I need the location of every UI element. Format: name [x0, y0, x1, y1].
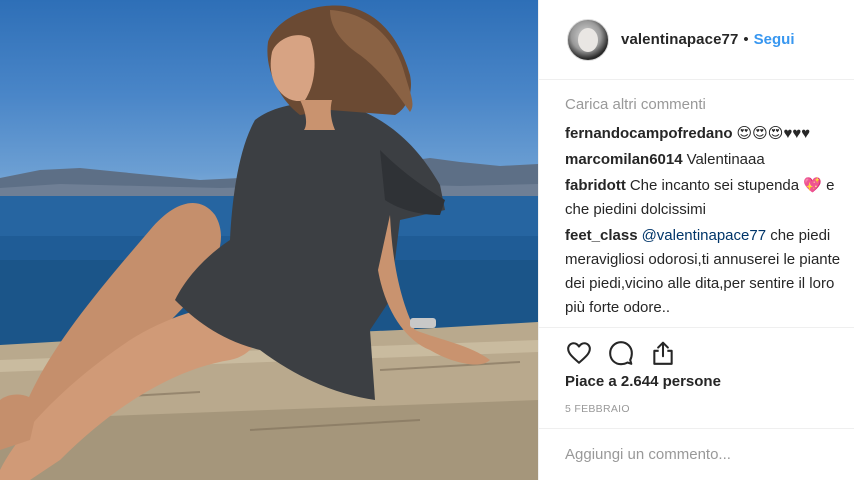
comments-list: Carica altri commenti fernandocampofreda… — [565, 94, 849, 322]
heart-icon[interactable] — [565, 339, 593, 367]
action-bar — [539, 327, 854, 377]
header-username[interactable]: valentinapace77 — [621, 31, 738, 48]
post-sidebar: valentinapace77 • Segui Carica altri com… — [538, 0, 854, 480]
comment-item: feet_class @valentinapace77 che piedi mer… — [565, 224, 849, 320]
comment-text: 😍😍😍♥♥♥ — [736, 125, 811, 142]
comment-item: fernandocampofredano 😍😍😍♥♥♥ — [565, 122, 849, 146]
comment-item: marcomilan6014 Valentinaaa — [565, 148, 849, 172]
post-date[interactable]: 5 FEBBRAIO — [565, 403, 630, 415]
comment-username[interactable]: feet_class — [565, 227, 638, 244]
follow-button[interactable]: Segui — [754, 31, 795, 48]
load-more-comments-button[interactable]: Carica altri commenti — [565, 94, 849, 116]
add-comment-bar — [539, 428, 854, 480]
comment-icon[interactable] — [607, 339, 635, 367]
comment-item: fabridott Che incanto sei stupenda 💖 e ch… — [565, 174, 849, 222]
header-separator: • — [743, 31, 749, 48]
avatar[interactable] — [567, 18, 609, 61]
comment-mention[interactable]: @valentinapace77 — [642, 227, 766, 244]
photo-illustration — [0, 5, 538, 480]
comment-username[interactable]: marcomilan6014 — [565, 151, 683, 168]
comment-username[interactable]: fernandocampofredano — [565, 125, 733, 142]
post-header: valentinapace77 • Segui — [539, 0, 854, 80]
comment-text: Valentinaaa — [686, 151, 765, 168]
share-icon[interactable] — [649, 339, 677, 367]
post-photo[interactable] — [0, 0, 538, 480]
likes-count[interactable]: Piace a 2.644 persone — [565, 373, 721, 390]
comment-username[interactable]: fabridott — [565, 177, 626, 194]
add-comment-input[interactable] — [565, 446, 825, 463]
